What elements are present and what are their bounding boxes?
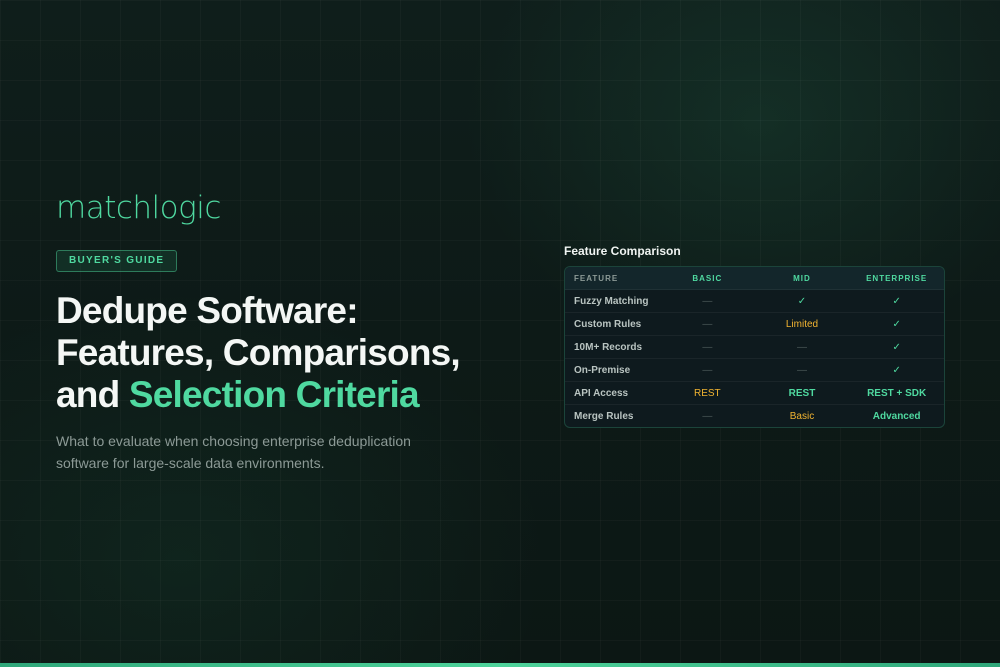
basic-value-cell: —: [660, 289, 755, 313]
bottom-accent-bar: [0, 663, 1000, 667]
enterprise-value-cell: ✓: [849, 289, 944, 313]
feature-name-cell: Custom Rules: [565, 312, 660, 336]
basic-value-cell: —: [660, 335, 755, 359]
table-row: 10M+ Records — — ✓: [565, 335, 944, 359]
page-title: Dedupe Software: Features, Comparisons, …: [56, 290, 461, 416]
brand-logo[interactable]: matchlogic: [56, 190, 221, 226]
table-header-row: FEATURE BASIC MID ENTERPRISE: [565, 267, 944, 290]
feature-name-cell: 10M+ Records: [565, 335, 660, 359]
column-header-feature: FEATURE: [565, 267, 660, 290]
basic-value-cell: —: [660, 358, 755, 382]
title-line-3-accent: Selection Criteria: [128, 374, 420, 415]
basic-value-cell: —: [660, 404, 755, 427]
mid-value-cell: —: [754, 335, 850, 359]
feature-name-cell: Merge Rules: [565, 404, 660, 427]
basic-value-cell: —: [660, 312, 755, 336]
column-header-mid: MID: [754, 267, 850, 290]
enterprise-value-cell: Advanced: [849, 404, 944, 427]
title-line-1: Dedupe Software:: [56, 290, 359, 331]
enterprise-value-cell: ✓: [849, 358, 944, 382]
enterprise-value-cell: REST + SDK: [849, 381, 944, 405]
comparison-table-title: Feature Comparison: [564, 244, 681, 258]
mid-value-cell: Basic: [754, 404, 850, 427]
title-line-3-plain: and: [56, 374, 129, 415]
feature-name-cell: On-Premise: [565, 358, 660, 382]
enterprise-value-cell: ✓: [849, 312, 944, 336]
subtitle-line-2: software for large-scale data environmen…: [56, 455, 325, 471]
buyers-guide-badge: BUYER'S GUIDE: [56, 250, 178, 272]
table-row: Merge Rules — Basic Advanced: [565, 404, 944, 427]
mid-value-cell: ✓: [754, 289, 850, 313]
mid-value-cell: REST: [754, 381, 850, 405]
comparison-table: FEATURE BASIC MID ENTERPRISE Fuzzy Match…: [565, 267, 944, 427]
basic-value-cell: REST: [660, 381, 755, 405]
table-body: Fuzzy Matching — ✓ ✓ Custom Rules — Limi…: [565, 289, 944, 427]
table-row: On-Premise — — ✓: [565, 358, 944, 382]
title-line-2: Features, Comparisons,: [56, 332, 461, 373]
enterprise-value-cell: ✓: [849, 335, 944, 359]
table-row: Custom Rules — Limited ✓: [565, 312, 944, 336]
page-subtitle: What to evaluate when choosing enterpris…: [56, 430, 436, 474]
mid-value-cell: —: [754, 358, 850, 382]
column-header-enterprise: ENTERPRISE: [849, 267, 944, 290]
feature-name-cell: API Access: [565, 381, 660, 405]
table-row: API Access REST REST REST + SDK: [565, 381, 944, 405]
feature-comparison-table: FEATURE BASIC MID ENTERPRISE Fuzzy Match…: [564, 266, 945, 428]
feature-name-cell: Fuzzy Matching: [565, 289, 660, 313]
mid-value-cell: Limited: [754, 312, 850, 336]
subtitle-line-1: What to evaluate when choosing enterpris…: [56, 433, 411, 449]
table-row: Fuzzy Matching — ✓ ✓: [565, 289, 944, 313]
column-header-basic: BASIC: [660, 267, 755, 290]
